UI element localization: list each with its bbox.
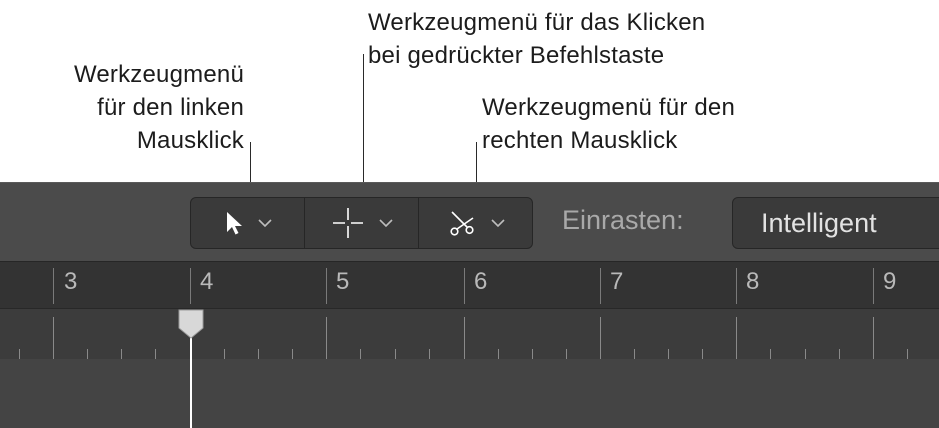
toolbar: Einrasten: Intelligent bbox=[0, 182, 939, 262]
bar-number: 7 bbox=[610, 268, 624, 295]
ruler-tick bbox=[87, 349, 88, 359]
chevron-down-icon bbox=[490, 218, 505, 227]
bar-line bbox=[736, 268, 737, 304]
ruler-tick bbox=[566, 349, 567, 359]
right-click-tool-menu[interactable] bbox=[419, 198, 532, 248]
callout-line: bei gedrückter Befehlstaste bbox=[368, 42, 665, 69]
ruler-tick bbox=[770, 349, 771, 359]
command-click-tool-menu[interactable] bbox=[305, 198, 419, 248]
bar-number: 4 bbox=[200, 268, 214, 295]
ruler-tick bbox=[634, 349, 635, 359]
callout-line: rechten Mausklick bbox=[482, 127, 678, 154]
bar-line bbox=[600, 268, 601, 304]
ruler-tick bbox=[292, 349, 293, 359]
bar-line bbox=[53, 268, 54, 304]
left-click-tool-menu[interactable] bbox=[191, 198, 305, 248]
callout-line: für den linken bbox=[97, 94, 244, 121]
tool-menu-group bbox=[190, 197, 533, 249]
ruler-tick bbox=[532, 349, 533, 359]
ruler-tick bbox=[19, 349, 20, 359]
ruler-tick bbox=[907, 349, 908, 359]
crosshair-icon bbox=[332, 208, 363, 238]
ruler-tick bbox=[873, 317, 874, 359]
ruler-tick bbox=[53, 317, 54, 359]
snap-mode-select[interactable]: Intelligent bbox=[732, 197, 939, 249]
bar-number: 9 bbox=[883, 268, 897, 295]
callout-line: Werkzeugmenü bbox=[73, 61, 244, 88]
track-area[interactable] bbox=[0, 359, 939, 428]
beat-ruler bbox=[0, 308, 939, 360]
bar-number: 8 bbox=[746, 268, 760, 295]
bar-number: 3 bbox=[64, 268, 78, 295]
ruler-tick bbox=[600, 317, 601, 359]
callout-line: Werkzeugmenü für das Klicken bbox=[368, 9, 706, 36]
ruler-tick bbox=[121, 349, 122, 359]
ruler-tick bbox=[395, 349, 396, 359]
bar-number: 6 bbox=[474, 268, 488, 295]
ruler-tick bbox=[839, 349, 840, 359]
playhead-line[interactable] bbox=[190, 330, 192, 428]
ruler-tick bbox=[702, 349, 703, 359]
callout-left-click-tool-menu: Werkzeugmenü für den linken Mausklick bbox=[74, 58, 244, 157]
chevron-down-icon bbox=[257, 218, 272, 227]
bar-number: 5 bbox=[336, 268, 350, 295]
ruler-tick bbox=[736, 317, 737, 359]
ruler-tick bbox=[326, 317, 327, 359]
callout-line: Werkzeugmenü für den bbox=[482, 94, 736, 121]
snap-label: Einrasten: bbox=[562, 205, 684, 235]
pointer-icon bbox=[226, 212, 242, 235]
callout-right-click-tool-menu: Werkzeugmenü für den rechten Mausklick bbox=[482, 91, 735, 157]
scissors-icon bbox=[449, 211, 474, 236]
ruler-tick bbox=[155, 349, 156, 359]
callout-command-click-tool-menu: Werkzeugmenü für das Klicken bei gedrück… bbox=[368, 6, 705, 72]
ruler-tick bbox=[805, 349, 806, 359]
ruler-tick bbox=[360, 349, 361, 359]
callout-line: Mausklick bbox=[136, 127, 244, 154]
chevron-down-icon bbox=[378, 218, 393, 227]
bar-line bbox=[873, 268, 874, 304]
ruler-tick bbox=[224, 349, 225, 359]
bar-line bbox=[326, 268, 327, 304]
ruler-tick bbox=[668, 349, 669, 359]
bar-line bbox=[464, 268, 465, 304]
playhead-handle[interactable] bbox=[176, 308, 206, 340]
leader-line-command bbox=[363, 54, 364, 196]
ruler-tick bbox=[498, 349, 499, 359]
ruler-tick bbox=[464, 317, 465, 359]
ruler-tick bbox=[429, 349, 430, 359]
bar-line bbox=[190, 268, 191, 304]
bar-ruler[interactable]: 3 4 5 6 7 8 9 bbox=[0, 261, 939, 309]
ruler-tick bbox=[258, 349, 259, 359]
